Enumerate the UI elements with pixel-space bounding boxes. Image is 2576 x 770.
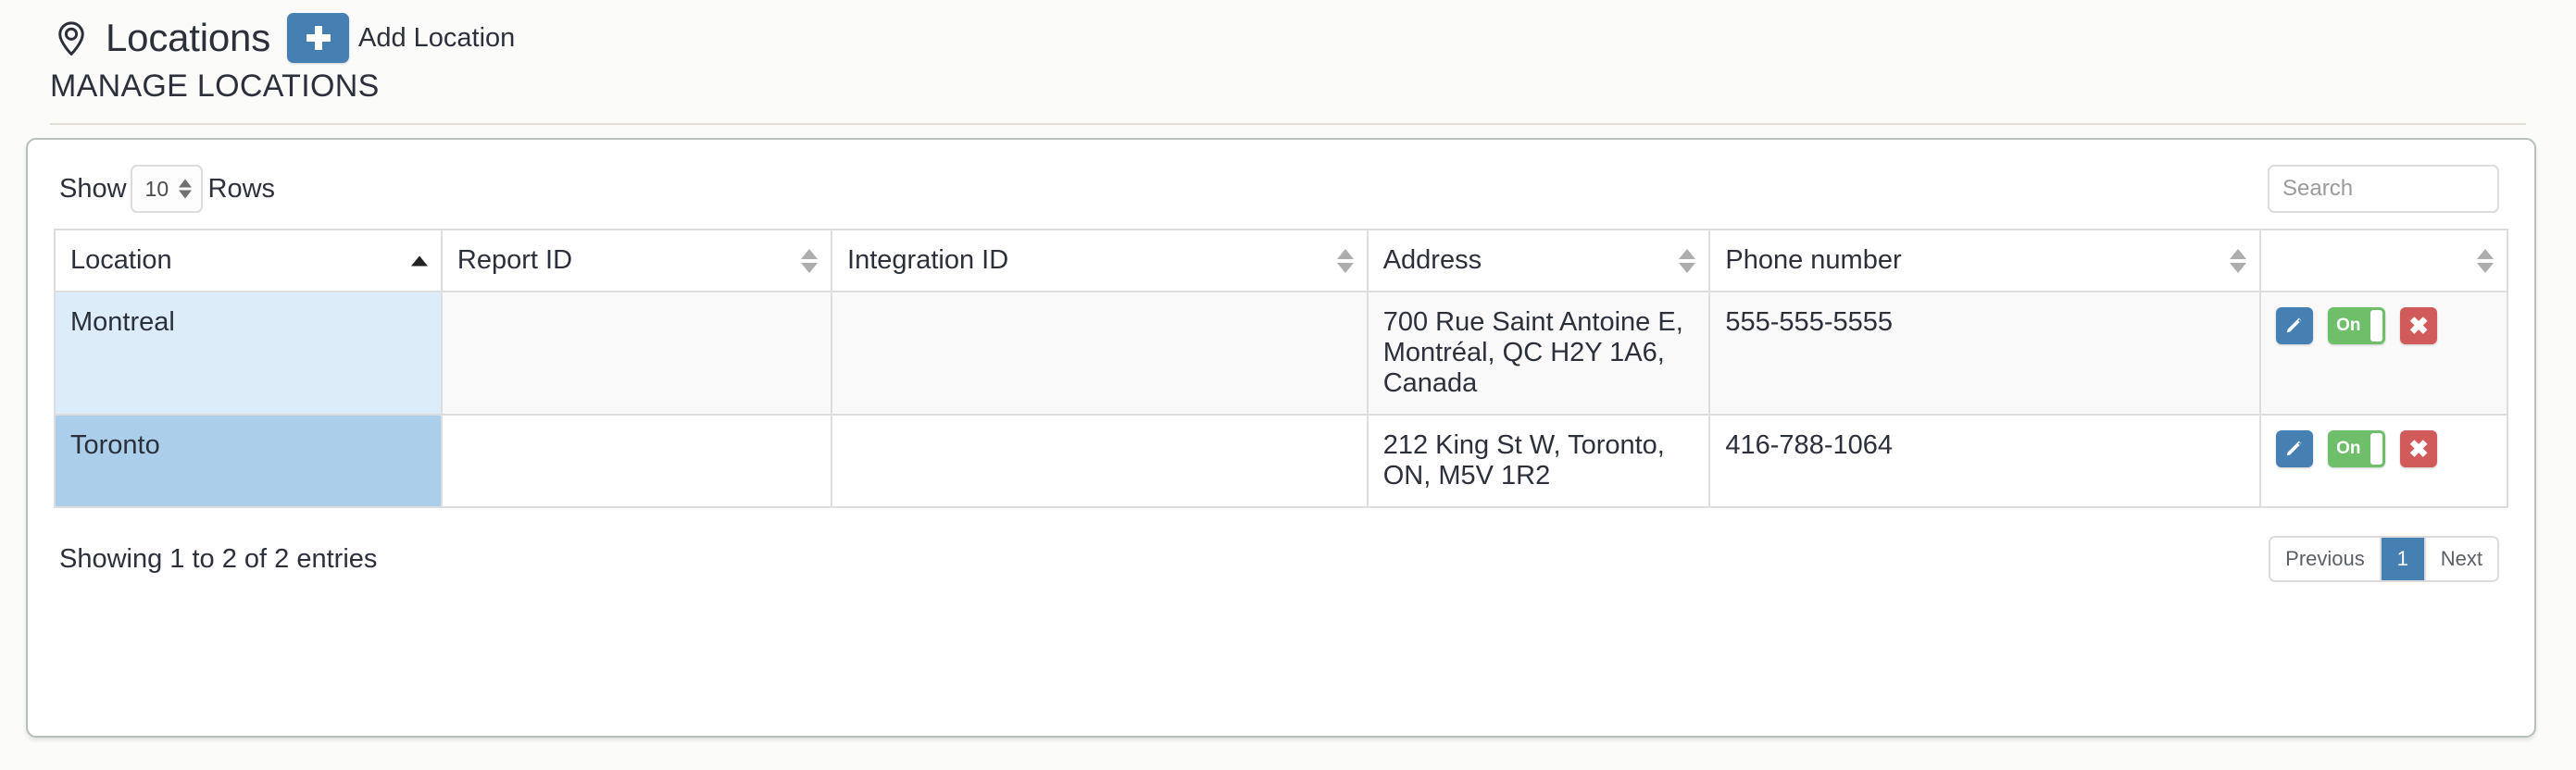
sort-updown-icon xyxy=(2230,249,2246,273)
locations-card: Show 10 Rows Location Report xyxy=(26,138,2536,738)
header-divider xyxy=(50,123,2526,125)
table-footer: Showing 1 to 2 of 2 entries Previous 1 N… xyxy=(54,536,2508,582)
column-label: Report ID xyxy=(457,245,572,275)
close-x-icon: ✖ xyxy=(2408,314,2429,338)
cell-location: Montreal xyxy=(55,292,442,415)
page-length-select[interactable]: 10 xyxy=(131,165,203,213)
column-label: Location xyxy=(70,245,172,275)
column-header-actions[interactable] xyxy=(2260,230,2507,292)
rows-label: Rows xyxy=(208,174,276,205)
status-toggle-label: On xyxy=(2328,316,2360,336)
row-action-group: On ✖ xyxy=(2276,307,2492,344)
table-body: Montreal 700 Rue Saint Antoine E, Montré… xyxy=(55,292,2507,507)
page-length-control: Show 10 Rows xyxy=(59,165,275,213)
cell-report-id xyxy=(442,415,832,507)
edit-location-button[interactable] xyxy=(2276,430,2313,467)
column-header-report-id[interactable]: Report ID xyxy=(442,230,832,292)
delete-location-button[interactable]: ✖ xyxy=(2400,307,2437,344)
chevron-updown-icon xyxy=(179,180,192,199)
page-subtitle: MANAGE LOCATIONS xyxy=(50,68,2526,105)
pagination: Previous 1 Next xyxy=(2269,536,2499,582)
table-head: Location Report ID Integration ID Addres… xyxy=(55,230,2507,292)
show-label: Show xyxy=(59,174,127,205)
toggle-knob xyxy=(2370,433,2382,465)
cell-report-id xyxy=(442,292,832,415)
table-row: Toronto 212 King St W, Toronto, ON, M5V … xyxy=(55,415,2507,507)
plus-icon xyxy=(306,26,331,50)
column-label: Phone number xyxy=(1725,245,1901,275)
cell-address: 212 King St W, Toronto, ON, M5V 1R2 xyxy=(1368,415,1710,507)
cell-phone-number: 555-555-5555 xyxy=(1709,292,2260,415)
cell-integration-id xyxy=(832,415,1368,507)
edit-location-button[interactable] xyxy=(2276,307,2313,344)
cell-address: 700 Rue Saint Antoine E, Montréal, QC H2… xyxy=(1368,292,1710,415)
close-x-icon: ✖ xyxy=(2408,437,2429,461)
table-controls: Show 10 Rows xyxy=(54,160,2508,217)
status-toggle-label: On xyxy=(2328,439,2360,459)
page-length-value: 10 xyxy=(145,177,169,202)
pagination-page-1[interactable]: 1 xyxy=(2382,538,2426,580)
sort-updown-icon xyxy=(801,249,818,273)
sort-ascending-icon xyxy=(411,255,428,266)
column-header-location[interactable]: Location xyxy=(55,230,442,292)
table-row: Montreal 700 Rue Saint Antoine E, Montré… xyxy=(55,292,2507,415)
delete-location-button[interactable]: ✖ xyxy=(2400,430,2437,467)
search-input[interactable] xyxy=(2268,165,2499,213)
cell-integration-id xyxy=(832,292,1368,415)
cell-location: Toronto xyxy=(55,415,442,507)
column-header-address[interactable]: Address xyxy=(1368,230,1710,292)
row-action-group: On ✖ xyxy=(2276,430,2492,467)
pagination-previous[interactable]: Previous xyxy=(2270,538,2382,580)
cell-phone-number: 416-788-1064 xyxy=(1709,415,2260,507)
locations-table: Location Report ID Integration ID Addres… xyxy=(54,229,2508,508)
cell-actions: On ✖ xyxy=(2260,292,2507,415)
add-location-button[interactable] xyxy=(287,13,349,63)
sort-updown-icon xyxy=(1337,249,1354,273)
page-title: Locations xyxy=(106,16,270,60)
status-toggle[interactable]: On xyxy=(2328,430,2385,467)
table-header-row: Location Report ID Integration ID Addres… xyxy=(55,230,2507,292)
status-toggle[interactable]: On xyxy=(2328,307,2385,344)
column-header-phone-number[interactable]: Phone number xyxy=(1709,230,2260,292)
page-header: Locations Add Location MANAGE LOCATIONS xyxy=(0,0,2576,105)
pencil-icon xyxy=(2284,438,2305,461)
sort-updown-icon xyxy=(2477,249,2494,273)
pagination-next[interactable]: Next xyxy=(2426,538,2497,580)
column-header-integration-id[interactable]: Integration ID xyxy=(832,230,1368,292)
column-label: Integration ID xyxy=(847,245,1008,275)
cell-actions: On ✖ xyxy=(2260,415,2507,507)
map-pin-icon xyxy=(50,17,93,59)
page-title-row: Locations Add Location xyxy=(50,9,2526,67)
sort-updown-icon xyxy=(1679,249,1695,273)
toggle-knob xyxy=(2370,310,2382,342)
pencil-icon xyxy=(2284,315,2305,338)
column-label: Address xyxy=(1383,245,1482,275)
table-info: Showing 1 to 2 of 2 entries xyxy=(59,544,377,575)
add-location-label[interactable]: Add Location xyxy=(358,23,515,54)
